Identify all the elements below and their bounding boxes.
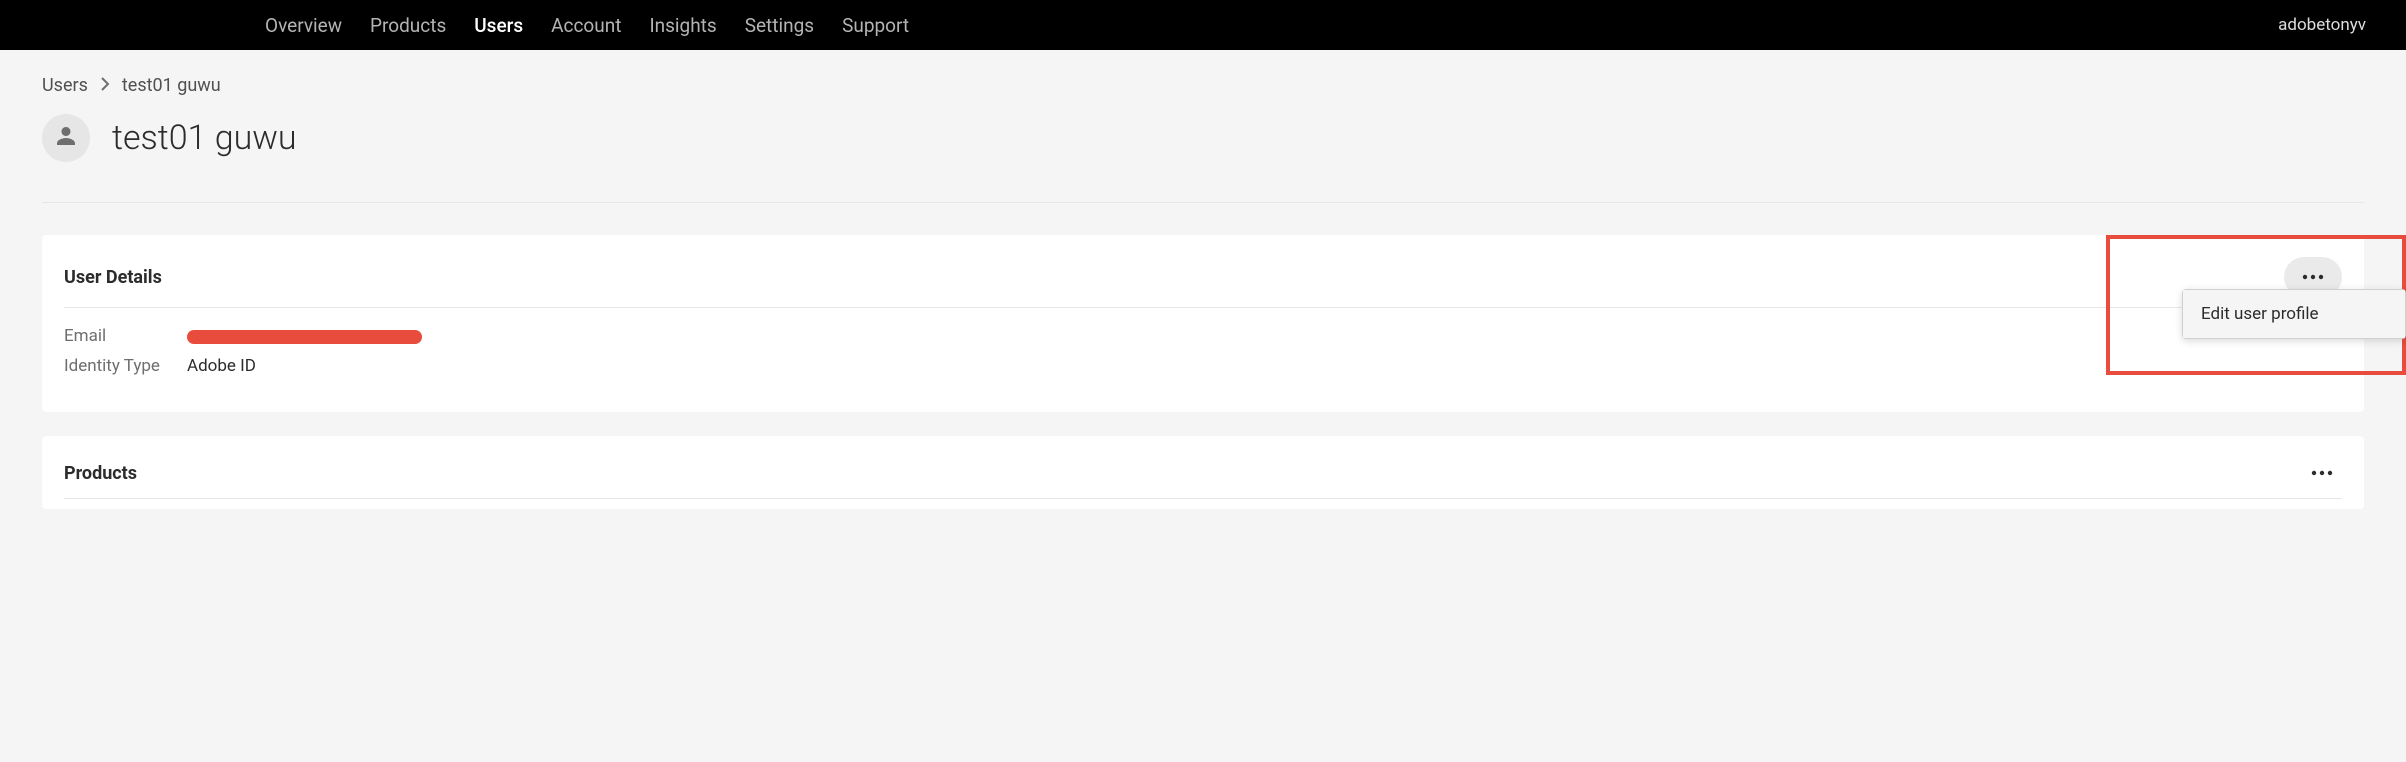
chevron-right-icon: [100, 75, 110, 96]
user-details-header: User Details: [64, 257, 2342, 308]
avatar: [42, 114, 90, 162]
top-nav: Overview Products Users Account Insights…: [0, 0, 2406, 50]
user-details-menu-popover: Edit user profile: [2182, 289, 2406, 339]
identity-type-value: Adobe ID: [187, 356, 256, 376]
page-content: Users test01 guwu test01 guwu User Detai…: [0, 50, 2406, 573]
identity-type-label: Identity Type: [64, 356, 169, 376]
nav-products[interactable]: Products: [370, 14, 446, 37]
user-details-title: User Details: [64, 267, 162, 288]
products-more-button[interactable]: [2302, 458, 2342, 488]
breadcrumb: Users test01 guwu: [42, 75, 2364, 96]
person-icon: [54, 124, 78, 152]
more-horizontal-icon: [2301, 270, 2325, 285]
nav-insights[interactable]: Insights: [649, 14, 716, 37]
products-card: Products: [42, 436, 2364, 509]
email-value: [187, 326, 422, 346]
products-header: Products: [64, 458, 2342, 499]
breadcrumb-root[interactable]: Users: [42, 75, 88, 96]
nav-account[interactable]: Account: [551, 14, 621, 37]
edit-user-profile-menu-item[interactable]: Edit user profile: [2183, 290, 2405, 338]
email-label: Email: [64, 326, 169, 346]
nav-users[interactable]: Users: [474, 14, 523, 37]
title-row: test01 guwu: [42, 114, 2364, 162]
page-title: test01 guwu: [112, 118, 297, 158]
nav-overview[interactable]: Overview: [265, 14, 342, 37]
email-row: Email: [64, 326, 2342, 346]
more-horizontal-icon: [2310, 466, 2334, 481]
identity-type-row: Identity Type Adobe ID: [64, 356, 2342, 376]
nav-settings[interactable]: Settings: [745, 14, 814, 37]
user-details-card: User Details Email Identity Type Adobe I…: [42, 235, 2364, 412]
nav-support[interactable]: Support: [842, 14, 909, 37]
redacted-value: [187, 330, 422, 344]
divider: [42, 202, 2364, 203]
account-label[interactable]: adobetonyv: [2278, 15, 2366, 35]
breadcrumb-current: test01 guwu: [122, 75, 221, 96]
products-title: Products: [64, 463, 137, 484]
top-nav-items: Overview Products Users Account Insights…: [265, 14, 909, 37]
